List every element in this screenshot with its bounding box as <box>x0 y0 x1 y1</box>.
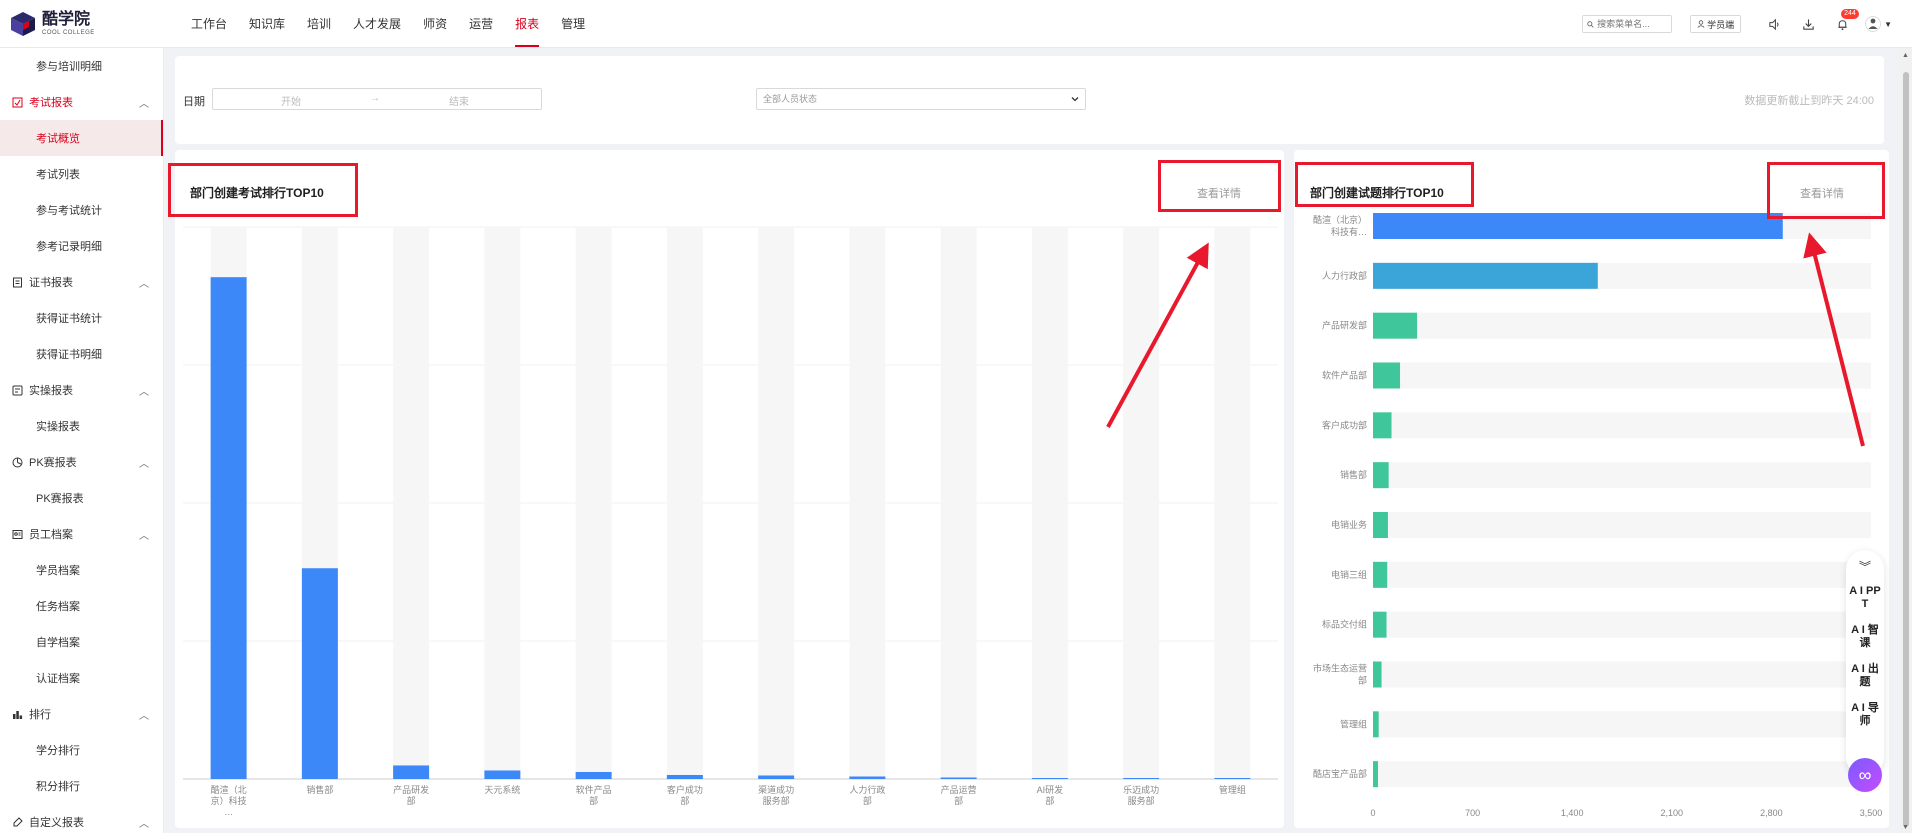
page-scrollbar[interactable]: ▲ ▼ <box>1900 48 1912 833</box>
ai-tool-button[interactable]: A I PPT <box>1848 585 1882 611</box>
annotation-arrow <box>1106 242 1209 428</box>
ai-infinity-logo-icon[interactable]: ∞ <box>1848 758 1882 792</box>
ai-tool-button[interactable]: A I 导师 <box>1848 702 1882 728</box>
collapse-chevron-icon[interactable]: ︾ <box>1859 558 1871 575</box>
ai-tools-panel: ︾ A I PPT A I 智课 A I 出题 A I 导师 ∞ <box>1846 550 1884 792</box>
annotation-arrows <box>1106 232 1865 447</box>
ai-tool-button[interactable]: A I 出题 <box>1848 663 1882 689</box>
scrollbar-thumb[interactable] <box>1903 72 1909 827</box>
scroll-down-icon[interactable]: ▼ <box>1902 824 1909 831</box>
scroll-up-icon[interactable]: ▲ <box>1902 52 1909 59</box>
annotation-arrow <box>1803 232 1865 447</box>
ai-tool-button[interactable]: A I 智课 <box>1848 624 1882 650</box>
